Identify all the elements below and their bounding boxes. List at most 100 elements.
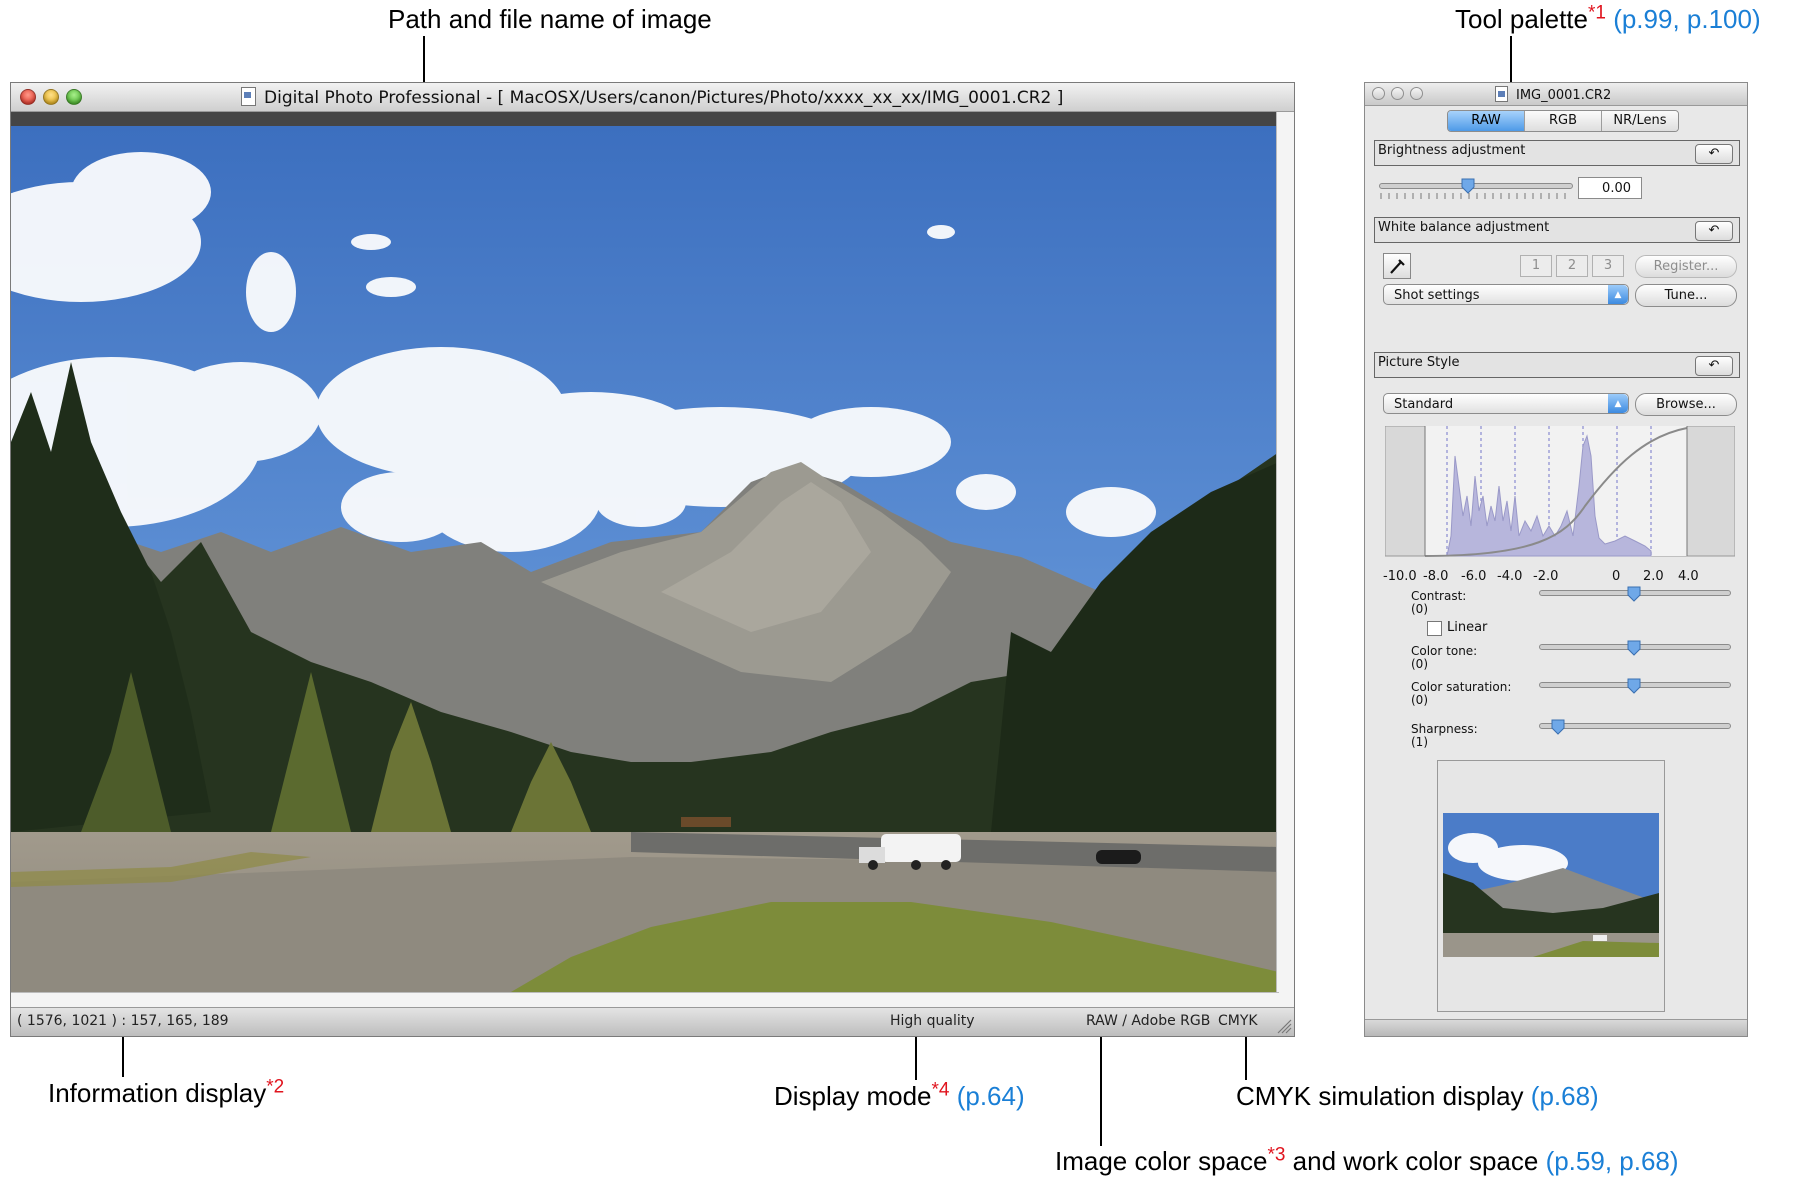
- display-mode-ref: (p.64): [956, 1081, 1025, 1111]
- window-title-text: Digital Photo Professional - [ MacOSX/Us…: [264, 88, 1064, 108]
- color-space-callout-text: Image color space: [1055, 1146, 1268, 1176]
- color-space-star: *3: [1267, 1144, 1286, 1166]
- brightness-label: Brightness adjustment: [1378, 143, 1526, 158]
- picture-style-select-value: Standard: [1394, 397, 1454, 412]
- sharpness-slider[interactable]: [1539, 723, 1731, 729]
- contrast-label: Contrast: (0): [1411, 590, 1466, 616]
- select-arrow-icon: ▲: [1608, 394, 1628, 413]
- palette-minimize-icon[interactable]: [1391, 87, 1404, 100]
- color-saturation-label: Color saturation: (0): [1411, 681, 1511, 707]
- document-icon: [241, 87, 256, 106]
- picture-style-select[interactable]: Standard ▲: [1383, 393, 1629, 414]
- wb-preset-3[interactable]: 3: [1592, 255, 1624, 277]
- palette-title: IMG_0001.CR2: [1495, 86, 1611, 103]
- color-space-ref: (p.59, p.68): [1545, 1146, 1679, 1176]
- palette-close-icon[interactable]: [1372, 87, 1385, 100]
- cmyk-simulation-label[interactable]: CMYK: [1218, 1013, 1258, 1029]
- main-image-window: Digital Photo Professional - [ MacOSX/Us…: [10, 82, 1295, 1037]
- info-callout-line: [122, 1032, 124, 1077]
- wb-preset-1[interactable]: 1: [1520, 255, 1552, 277]
- brightness-reset-button[interactable]: ↶: [1695, 144, 1733, 164]
- palette-titlebar[interactable]: IMG_0001.CR2: [1365, 83, 1747, 106]
- eyedropper-button[interactable]: [1383, 253, 1411, 279]
- navigator-thumbnail-frame[interactable]: [1437, 760, 1665, 1012]
- minimize-window-icon[interactable]: [43, 89, 59, 105]
- white-balance-label: White balance adjustment: [1378, 220, 1550, 235]
- cmyk-callout: CMYK simulation display (p.68): [1236, 1081, 1599, 1112]
- tab-rgb[interactable]: RGB: [1525, 111, 1602, 131]
- picture-style-section-header: Picture Style ↶: [1374, 352, 1740, 378]
- contrast-slider-thumb[interactable]: [1627, 586, 1641, 602]
- navigator-thumbnail: [1443, 813, 1659, 957]
- tool-palette-ref: (p.99, p.100): [1613, 4, 1761, 34]
- zoom-window-icon[interactable]: [66, 89, 82, 105]
- sharpness-slider-thumb[interactable]: [1551, 719, 1565, 735]
- tick-label: -8.0: [1423, 569, 1449, 584]
- white-balance-reset-button[interactable]: ↶: [1695, 221, 1733, 241]
- path-callout-line: [423, 36, 425, 84]
- info-display-callout-text: Information display: [48, 1078, 267, 1108]
- color-tone-label: Color tone: (0): [1411, 645, 1477, 671]
- eyedropper-icon: [1390, 259, 1405, 274]
- color-space-line: [1100, 1032, 1102, 1146]
- tool-palette-callout-text: Tool palette: [1455, 4, 1588, 34]
- tick-label: 4.0: [1678, 569, 1699, 584]
- brightness-value-field[interactable]: 0.00: [1578, 177, 1642, 199]
- palette-zoom-icon[interactable]: [1410, 87, 1423, 100]
- display-mode-callout: Display mode*4 (p.64): [774, 1080, 1025, 1112]
- display-mode-line: [915, 1032, 917, 1080]
- info-display-star: *2: [266, 1076, 285, 1098]
- color-tone-value: (0): [1411, 657, 1428, 671]
- browse-button[interactable]: Browse...: [1635, 393, 1737, 416]
- tune-button[interactable]: Tune...: [1635, 284, 1737, 307]
- white-balance-select[interactable]: Shot settings ▲: [1383, 284, 1629, 305]
- brightness-section-header: Brightness adjustment ↶: [1374, 140, 1740, 166]
- linear-checkbox[interactable]: [1427, 621, 1442, 636]
- tab-raw[interactable]: RAW: [1448, 111, 1525, 131]
- info-display-callout: Information display*2: [48, 1076, 285, 1109]
- tick-label: 0: [1612, 569, 1621, 584]
- close-window-icon[interactable]: [20, 89, 36, 105]
- color-saturation-slider-thumb[interactable]: [1627, 678, 1641, 694]
- tool-palette: IMG_0001.CR2 RAW RGB NR/Lens Brightness …: [1364, 82, 1748, 1037]
- main-titlebar[interactable]: Digital Photo Professional - [ MacOSX/Us…: [11, 83, 1294, 112]
- status-bar: ( 1576, 1021 ) : 157, 165, 189 High qual…: [11, 1007, 1294, 1036]
- histogram-axis-ticks: -10.0 -8.0 -6.0 -4.0 -2.0 0 2.0 4.0: [1383, 569, 1743, 585]
- wb-preset-2[interactable]: 2: [1556, 255, 1588, 277]
- brightness-ticks: [1380, 193, 1566, 199]
- resize-grip-icon[interactable]: [1276, 1018, 1292, 1034]
- brightness-slider[interactable]: [1379, 183, 1573, 189]
- vertical-scrollbar[interactable]: [1276, 112, 1294, 1024]
- tone-curve-histogram[interactable]: [1385, 426, 1735, 566]
- color-saturation-value: (0): [1411, 693, 1428, 707]
- picture-style-reset-button[interactable]: ↶: [1695, 356, 1733, 376]
- tick-label: -6.0: [1461, 569, 1487, 584]
- information-display: ( 1576, 1021 ) : 157, 165, 189: [17, 1013, 229, 1029]
- sharpness-label: Sharpness: (1): [1411, 723, 1478, 749]
- image-canvas[interactable]: [11, 112, 1279, 992]
- color-space-label: RAW / Adobe RGB: [1086, 1013, 1211, 1029]
- display-mode-callout-text: Display mode: [774, 1081, 932, 1111]
- register-button[interactable]: Register...: [1635, 255, 1737, 278]
- cmyk-callout-text: CMYK simulation display: [1236, 1081, 1524, 1111]
- sharpness-value: (1): [1411, 735, 1428, 749]
- color-tone-slider-thumb[interactable]: [1627, 640, 1641, 656]
- palette-tabs: RAW RGB NR/Lens: [1447, 110, 1679, 132]
- tab-nr-lens[interactable]: NR/Lens: [1602, 111, 1678, 131]
- cmyk-ref: (p.68): [1530, 1081, 1599, 1111]
- tool-palette-callout: Tool palette*1 (p.99, p.100): [1455, 2, 1761, 35]
- work-color-space-text: and work color space: [1285, 1146, 1539, 1176]
- window-title: Digital Photo Professional - [ MacOSX/Us…: [241, 87, 1063, 108]
- display-mode-label: High quality: [890, 1013, 975, 1029]
- palette-footer: [1365, 1019, 1747, 1036]
- picture-style-label: Picture Style: [1378, 355, 1460, 370]
- path-callout-text: Path and file name of image: [388, 4, 712, 34]
- white-balance-section-header: White balance adjustment ↶: [1374, 217, 1740, 243]
- linear-label: Linear: [1447, 620, 1488, 635]
- tick-label: -4.0: [1497, 569, 1523, 584]
- tool-palette-star: *1: [1587, 2, 1606, 24]
- white-balance-select-value: Shot settings: [1394, 288, 1480, 303]
- path-callout: Path and file name of image: [388, 4, 712, 35]
- tick-label: 2.0: [1643, 569, 1664, 584]
- brightness-slider-thumb[interactable]: [1461, 178, 1475, 194]
